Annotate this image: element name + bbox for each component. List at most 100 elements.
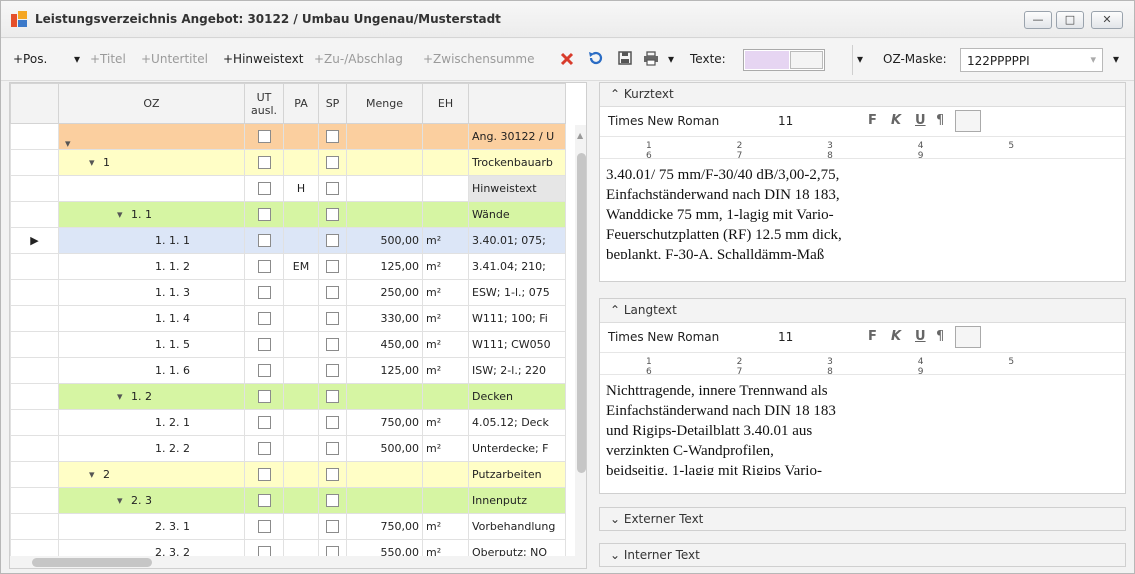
col-header-kurztext[interactable]	[468, 83, 566, 124]
italic-button[interactable]: K	[891, 329, 901, 344]
table-row[interactable]: 1. 2. 1 750,00 m² 4.05.12; Deck	[10, 409, 566, 436]
ut-checkbox-cell[interactable]	[244, 279, 284, 306]
pa-cell[interactable]: EM	[283, 253, 319, 280]
ut-checkbox[interactable]	[257, 442, 271, 456]
kurztext-cell[interactable]: ISW; 2-l.; 220	[468, 357, 566, 384]
oz-cell[interactable]: 1. 2. 1	[58, 409, 245, 436]
oz-cell[interactable]: ▾ 1. 1	[58, 201, 245, 228]
position-dropdown-icon[interactable]: ▾	[74, 52, 80, 66]
ut-checkbox[interactable]	[257, 468, 271, 482]
ut-checkbox[interactable]	[257, 130, 271, 144]
ut-checkbox-cell[interactable]	[244, 305, 284, 332]
pa-cell[interactable]	[283, 357, 319, 384]
vertical-scroll-thumb[interactable]	[577, 153, 586, 473]
row-indicator[interactable]	[10, 201, 59, 228]
oz-cell[interactable]: 1. 1. 6	[58, 357, 245, 384]
sp-checkbox-cell[interactable]	[318, 331, 347, 358]
color-picker-button[interactable]	[790, 51, 823, 69]
sp-checkbox[interactable]	[326, 338, 339, 352]
collapse-toggle-icon[interactable]: ▾	[117, 208, 123, 221]
eh-cell[interactable]: m²	[422, 253, 469, 280]
toolbar-dropdown-icon[interactable]: ▾	[857, 52, 863, 66]
sp-checkbox[interactable]	[326, 442, 339, 456]
table-row[interactable]: ▾ 2 Putzarbeiten	[10, 461, 566, 488]
oz-cell[interactable]: 1. 1. 3	[58, 279, 245, 306]
oz-cell[interactable]: 2. 3. 1	[58, 513, 245, 540]
table-row[interactable]: ▾ 1. 2 Decken	[10, 383, 566, 410]
menge-cell[interactable]: 750,00	[346, 409, 423, 436]
sp-checkbox[interactable]	[326, 520, 339, 534]
sp-checkbox[interactable]	[326, 234, 339, 248]
eh-cell[interactable]	[422, 383, 469, 410]
undo-icon[interactable]	[588, 51, 603, 66]
col-header-sp[interactable]: SP	[318, 83, 347, 124]
print-icon[interactable]	[643, 51, 659, 66]
col-header-eh[interactable]: EH	[422, 83, 469, 124]
sp-checkbox[interactable]	[326, 364, 339, 378]
kurztext-cell[interactable]: Putzarbeiten	[468, 461, 566, 488]
font-family-select[interactable]: Times New Roman	[608, 330, 719, 344]
ut-checkbox[interactable]	[257, 234, 271, 248]
underline-button[interactable]: U	[915, 329, 926, 344]
menge-cell[interactable]	[346, 201, 423, 228]
kurztext-cell[interactable]: Vorbehandlung	[468, 513, 566, 540]
save-icon[interactable]	[618, 51, 632, 65]
row-indicator[interactable]	[10, 461, 59, 488]
sp-checkbox-cell[interactable]	[318, 253, 347, 280]
menge-cell[interactable]: 330,00	[346, 305, 423, 332]
table-row[interactable]: 2. 3. 1 750,00 m² Vorbehandlung	[10, 513, 566, 540]
eh-cell[interactable]	[422, 461, 469, 488]
sp-checkbox-cell[interactable]	[318, 123, 347, 150]
menge-cell[interactable]: 125,00	[346, 253, 423, 280]
oz-maske-select[interactable]: 122PPPPPI ▾	[960, 48, 1103, 72]
collapse-toggle-icon[interactable]: ▾	[89, 468, 95, 481]
table-row[interactable]: ▾ 1 Trockenbauarb	[10, 149, 566, 176]
add-hinweistext-button[interactable]: +Hinweistext	[223, 52, 303, 66]
menge-cell[interactable]	[346, 383, 423, 410]
interner-text-header[interactable]: ⌄ Interner Text	[599, 543, 1126, 567]
add-position-button[interactable]: +Pos.	[13, 52, 47, 66]
sp-checkbox-cell[interactable]	[318, 279, 347, 306]
col-header-ut[interactable]: UT ausl.	[244, 83, 284, 124]
eh-cell[interactable]: m²	[422, 357, 469, 384]
ut-checkbox[interactable]	[257, 494, 271, 508]
oz-cell[interactable]: ▾ 1. 2	[58, 383, 245, 410]
pa-cell[interactable]: H	[283, 175, 319, 202]
kurztext-cell[interactable]: 3.40.01; 075;	[468, 227, 566, 254]
texte-color-picker[interactable]	[743, 49, 825, 71]
eh-cell[interactable]: m²	[422, 305, 469, 332]
add-zuabschlag-button[interactable]: +Zu-/Abschlag	[314, 52, 403, 66]
ut-checkbox-cell[interactable]	[244, 253, 284, 280]
font-family-select[interactable]: Times New Roman	[608, 114, 719, 128]
ut-checkbox[interactable]	[257, 182, 271, 196]
kurztext-cell[interactable]: W111; CW050	[468, 331, 566, 358]
sp-checkbox[interactable]	[326, 182, 339, 196]
oz-cell[interactable]: 1. 1. 4	[58, 305, 245, 332]
sp-checkbox[interactable]	[326, 390, 339, 404]
eh-cell[interactable]: m²	[422, 279, 469, 306]
ut-checkbox-cell[interactable]	[244, 487, 284, 514]
menge-cell[interactable]: 250,00	[346, 279, 423, 306]
horizontal-scrollbar[interactable]	[10, 556, 575, 568]
menge-cell[interactable]: 125,00	[346, 357, 423, 384]
row-indicator[interactable]	[10, 253, 59, 280]
menge-cell[interactable]	[346, 149, 423, 176]
paragraph-button[interactable]: ¶	[936, 329, 944, 344]
menge-cell[interactable]: 750,00	[346, 513, 423, 540]
text-settings-icon[interactable]	[955, 326, 981, 348]
collapse-toggle-icon[interactable]: ▾	[117, 390, 123, 403]
table-row[interactable]: ▾ 1. 1 Wände	[10, 201, 566, 228]
langtext-editor[interactable]: Nichttragende, innere Trennwand als Einf…	[600, 375, 1125, 475]
bold-button[interactable]: F	[868, 113, 877, 128]
ut-checkbox[interactable]	[257, 312, 271, 326]
eh-cell[interactable]: m²	[422, 435, 469, 462]
kurztext-cell[interactable]: Decken	[468, 383, 566, 410]
eh-cell[interactable]	[422, 149, 469, 176]
ut-checkbox-cell[interactable]	[244, 149, 284, 176]
pa-cell[interactable]	[283, 409, 319, 436]
menge-cell[interactable]	[346, 461, 423, 488]
pa-cell[interactable]	[283, 435, 319, 462]
eh-cell[interactable]	[422, 201, 469, 228]
ut-checkbox-cell[interactable]	[244, 409, 284, 436]
ut-checkbox-cell[interactable]	[244, 357, 284, 384]
